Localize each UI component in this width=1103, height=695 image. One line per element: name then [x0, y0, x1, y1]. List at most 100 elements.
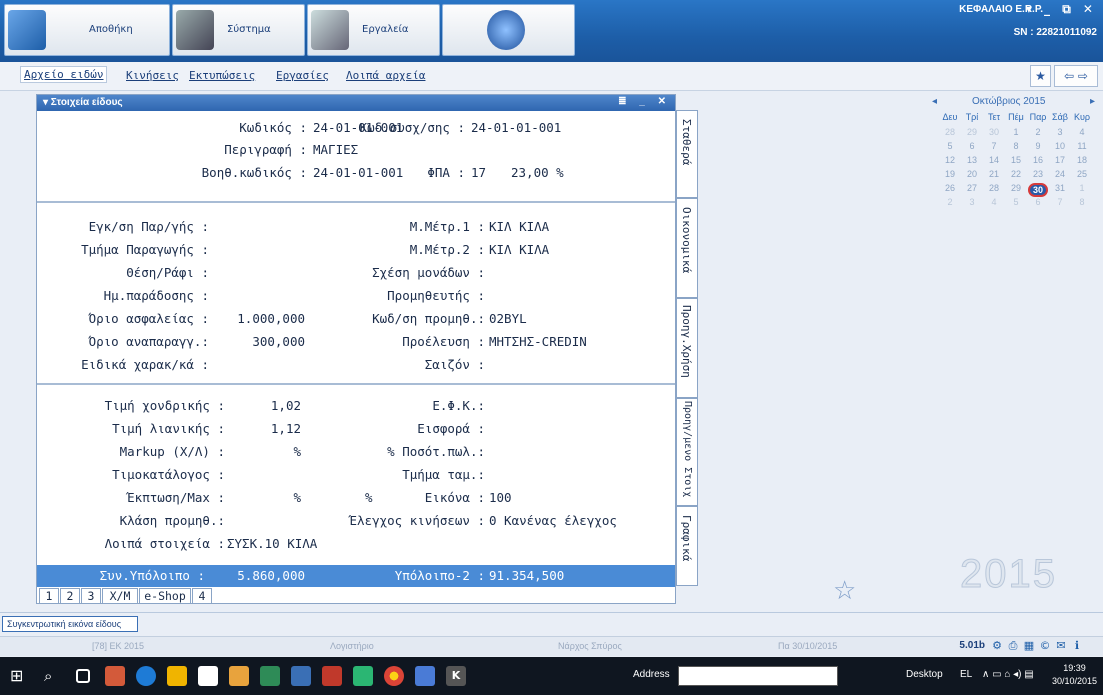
warehouse-button[interactable]: Αποθήκη — [4, 4, 170, 56]
nav-arrows-icon[interactable]: ⇦ ⇨ — [1054, 65, 1098, 87]
calendar-day[interactable]: 8 — [1072, 197, 1092, 207]
windows-start-icon[interactable]: ⊞ — [10, 666, 30, 686]
calendar-day[interactable]: 11 — [1072, 141, 1092, 151]
calendar-day[interactable]: 28 — [940, 127, 960, 137]
calendar-day[interactable]: 17 — [1050, 155, 1070, 165]
app-icon-6[interactable] — [415, 666, 435, 686]
calendar-day[interactable]: 12 — [940, 155, 960, 165]
vtab-previous-data[interactable]: Προηγ/μενο Στοιχ — [676, 398, 698, 506]
star-icon[interactable]: ☆ — [833, 576, 856, 606]
calendar-day[interactable]: 5 — [1006, 197, 1026, 207]
calendar-day[interactable]: 2 — [1028, 127, 1048, 137]
calendar-day[interactable]: 24 — [1050, 169, 1070, 179]
calendar-day[interactable]: 8 — [1006, 141, 1026, 151]
calendar-day[interactable]: 29 — [962, 127, 982, 137]
calendar-day[interactable]: 1 — [1006, 127, 1026, 137]
settings-icon[interactable]: ⚙ — [991, 640, 1003, 652]
wholesale-value[interactable]: 1,02 — [271, 398, 301, 413]
menu-item-prints[interactable]: Εκτυπώσεις — [189, 69, 255, 82]
calendar-day[interactable]: 28 — [984, 183, 1004, 193]
vat-code[interactable]: 17 — [471, 165, 486, 180]
tray-icons[interactable]: ∧ ▭ ⌂ ◂) ▤ — [982, 669, 1034, 680]
calendar-day[interactable]: 4 — [1072, 127, 1092, 137]
calendar-day[interactable]: 3 — [962, 197, 982, 207]
app-icon-5[interactable] — [353, 666, 373, 686]
excel-icon[interactable] — [260, 666, 280, 686]
calendar-day[interactable]: 20 — [962, 169, 982, 179]
tab-4[interactable]: 4 — [192, 588, 212, 604]
tab-1[interactable]: 1 — [39, 588, 59, 604]
grid-icon[interactable]: ▦ — [1023, 640, 1035, 652]
tab-3[interactable]: 3 — [81, 588, 101, 604]
calendar-day[interactable]: 31 — [1050, 183, 1070, 193]
unit2-value[interactable]: ΚΙΛ ΚΙΛΑ — [489, 242, 549, 257]
app-icon-4[interactable] — [322, 666, 342, 686]
system-clock[interactable]: 19:39 30/10/2015 — [1052, 662, 1097, 688]
calendar-day[interactable]: 14 — [984, 155, 1004, 165]
calendar-day[interactable]: 27 — [962, 183, 982, 193]
discount-value[interactable]: % — [293, 490, 301, 505]
mail-icon[interactable]: ✉ — [1055, 640, 1067, 652]
calendar-day[interactable]: 23 — [1028, 169, 1048, 179]
reorder-value[interactable]: 300,000 — [252, 334, 305, 349]
calendar-day[interactable]: 2 — [940, 197, 960, 207]
calendar-day[interactable]: 7 — [984, 141, 1004, 151]
menu-item-items-file[interactable]: Αρχείο ειδών — [20, 66, 108, 83]
discount-max-pct[interactable]: % — [365, 490, 373, 505]
address-input[interactable] — [678, 666, 838, 686]
calendar-day[interactable]: 30 — [1028, 183, 1048, 197]
calendar-day[interactable]: 19 — [940, 169, 960, 179]
file-explorer-icon[interactable] — [167, 666, 187, 686]
retail-value[interactable]: 1,12 — [271, 421, 301, 436]
favorite-star-icon[interactable]: ★ — [1030, 65, 1051, 87]
movement-check-value[interactable]: 0 Κανένας έλεγχος — [489, 513, 617, 528]
calendar-day[interactable]: 26 — [940, 183, 960, 193]
task-view-icon[interactable] — [76, 669, 90, 683]
calendar-day[interactable]: 16 — [1028, 155, 1048, 165]
app-icon-2[interactable] — [229, 666, 249, 686]
markup-value[interactable]: % — [293, 444, 301, 459]
calendar-day[interactable]: 3 — [1050, 127, 1070, 137]
store-icon[interactable] — [198, 666, 218, 686]
info-icon[interactable]: ℹ — [1071, 640, 1083, 652]
help-button[interactable] — [442, 4, 575, 56]
supplier-code-value[interactable]: 02BYL — [489, 311, 527, 326]
window-controls[interactable]: ▾ _ ⧉ ✕ — [1026, 2, 1097, 17]
edge-icon[interactable] — [136, 666, 156, 686]
calendar-day[interactable]: 9 — [1028, 141, 1048, 151]
vtab-previous-use[interactable]: Προηγ.Χρήση — [676, 298, 698, 398]
calendar-day[interactable]: 13 — [962, 155, 982, 165]
menu-item-other-files[interactable]: Λοιπά αρχεία — [346, 69, 425, 82]
app-icon-1[interactable] — [105, 666, 125, 686]
vtab-economic[interactable]: Οικονομικά — [676, 198, 698, 298]
calendar-day[interactable]: 30 — [984, 127, 1004, 137]
image-value[interactable]: 100 — [489, 490, 512, 505]
calendar-prev-icon[interactable]: ◂ — [932, 96, 937, 107]
calendar-day[interactable]: 10 — [1050, 141, 1070, 151]
desc-value[interactable]: ΜΑΓΙΕΣ — [313, 142, 358, 157]
desktop-label[interactable]: Desktop — [906, 669, 943, 680]
rel-code-value[interactable]: 24-01-01-001 — [471, 120, 561, 135]
calendar-day[interactable]: 18 — [1072, 155, 1092, 165]
calendar-day[interactable]: 6 — [962, 141, 982, 151]
language-indicator[interactable]: EL — [960, 669, 972, 680]
origin-value[interactable]: ΜΗΤΣΗΣ-CREDIN — [489, 334, 587, 349]
calendar-day[interactable]: 4 — [984, 197, 1004, 207]
summary-view-button[interactable]: Συγκεντρωτική εικόνα είδους — [2, 616, 139, 632]
panel-controls[interactable]: ≣ _ ✕ — [618, 96, 671, 107]
calendar-next-icon[interactable]: ▸ — [1090, 96, 1095, 107]
tab-2[interactable]: 2 — [60, 588, 80, 604]
system-button[interactable]: Σύστημα — [172, 4, 305, 56]
copyright-icon[interactable]: © — [1039, 640, 1051, 652]
calendar-day[interactable]: 7 — [1050, 197, 1070, 207]
calendar-day[interactable]: 29 — [1006, 183, 1026, 193]
tab-eshop[interactable]: e-Shop — [139, 588, 191, 604]
search-icon[interactable]: ⌕ — [44, 666, 64, 686]
calendar-day[interactable]: 25 — [1072, 169, 1092, 179]
chrome-icon[interactable] — [384, 666, 404, 686]
calendar-day[interactable]: 22 — [1006, 169, 1026, 179]
aux-code-value[interactable]: 24-01-01-001 — [313, 165, 403, 180]
safety-stock-value[interactable]: 1.000,000 — [237, 311, 305, 326]
tools-button[interactable]: Εργαλεία — [307, 4, 440, 56]
tab-xm[interactable]: Χ/Μ — [102, 588, 138, 604]
